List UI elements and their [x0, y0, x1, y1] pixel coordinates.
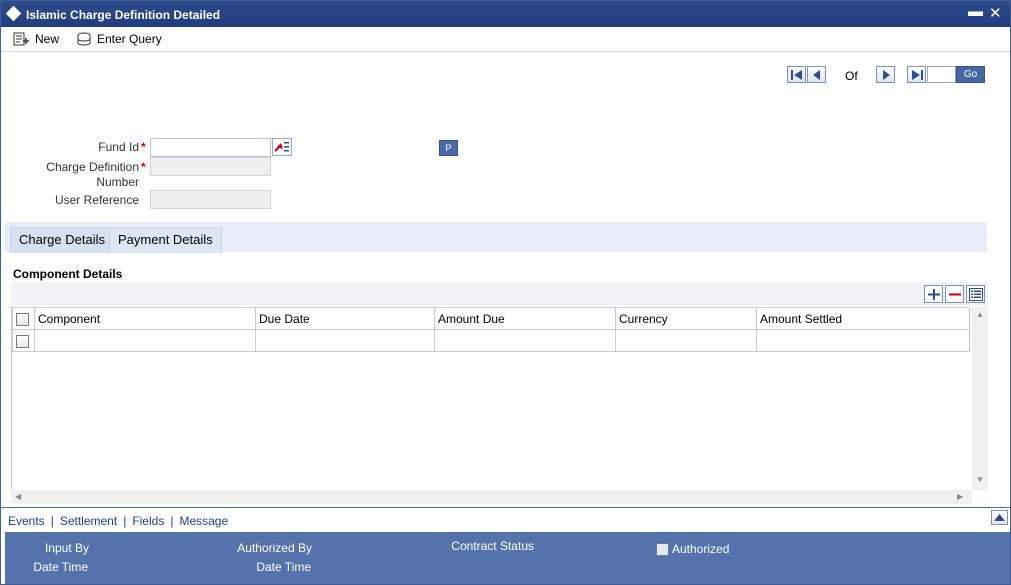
column-header-component[interactable]: Component	[34, 307, 256, 330]
new-label: New	[35, 32, 60, 46]
window-title: Islamic Charge Definition Detailed	[26, 8, 221, 22]
collapse-footer-button[interactable]	[991, 510, 1008, 525]
delete-row-button[interactable]	[945, 285, 964, 303]
message-link[interactable]: Message	[179, 514, 228, 528]
component-grid: Component Due Date Amount Due Currency A…	[11, 307, 972, 490]
fields-link[interactable]: Fields	[132, 514, 164, 528]
horizontal-scrollbar[interactable]: ◀ ▶	[11, 490, 972, 504]
minus-icon	[949, 293, 961, 296]
column-header-currency[interactable]: Currency	[615, 307, 757, 330]
enter-query-label: Enter Query	[97, 32, 162, 46]
row-checkbox[interactable]	[16, 334, 29, 348]
scroll-down-icon[interactable]: ▼	[976, 475, 984, 484]
authorized-checkbox[interactable]	[656, 542, 669, 556]
input-by-label: Input By	[44, 541, 89, 555]
page-number-input[interactable]	[927, 66, 956, 83]
first-icon	[791, 70, 802, 80]
next-icon	[883, 70, 890, 80]
enter-query-button[interactable]: Enter Query	[77, 30, 162, 48]
audit-footer: Input By Date Time Authorized By Date Ti…	[5, 532, 1010, 584]
list-of-values-icon	[274, 142, 289, 152]
contract-status-label: Contract Status	[451, 539, 534, 553]
list-view-icon	[969, 288, 983, 301]
component-cell[interactable]	[34, 329, 256, 352]
column-header-amount-settled[interactable]: Amount Settled	[756, 307, 970, 330]
of-label: Of	[845, 69, 858, 83]
select-all-cell	[12, 307, 35, 330]
last-record-button[interactable]	[907, 66, 926, 83]
currency-cell[interactable]	[615, 329, 757, 352]
enter-query-icon	[77, 32, 91, 46]
charge-definition-number-label: Charge Definition Number	[46, 160, 139, 189]
minimize-icon[interactable]: ▬	[968, 3, 983, 20]
next-record-button[interactable]	[876, 66, 895, 83]
fund-id-required-mark: *	[141, 140, 146, 154]
grid-header-row: Component Due Date Amount Due Currency A…	[12, 307, 970, 330]
select-all-checkbox[interactable]	[16, 312, 29, 326]
last-icon	[912, 70, 923, 80]
single-view-button[interactable]	[966, 285, 985, 303]
column-header-amount-due[interactable]: Amount Due	[434, 307, 616, 330]
tab-charge-details[interactable]: Charge Details	[10, 227, 114, 253]
table-row	[12, 329, 970, 352]
grid-toolbar	[11, 282, 988, 306]
title-bar: Islamic Charge Definition Detailed ▬ ✕	[1, 1, 1010, 27]
tab-payment-details[interactable]: Payment Details	[109, 227, 222, 253]
add-row-button[interactable]	[924, 285, 943, 303]
fund-id-label: Fund Id	[98, 140, 139, 154]
triangle-up-icon	[994, 514, 1005, 521]
vertical-scrollbar[interactable]: ▲ ▼	[972, 307, 988, 490]
column-header-due-date[interactable]: Due Date	[255, 307, 435, 330]
charge-definition-number-field	[150, 157, 271, 176]
row-select-cell	[12, 329, 35, 352]
new-button[interactable]: New	[13, 30, 59, 48]
authorized-label: Authorized	[672, 542, 730, 556]
authorized-checkbox-group: Authorized	[656, 542, 729, 556]
go-button[interactable]: Go	[956, 66, 985, 83]
window-diamond-icon	[5, 5, 22, 22]
previous-record-button[interactable]	[807, 66, 826, 83]
amount-settled-cell[interactable]	[756, 329, 970, 352]
first-record-button[interactable]	[787, 66, 806, 83]
events-link[interactable]: Events	[8, 514, 45, 528]
scroll-up-icon[interactable]: ▲	[976, 310, 984, 319]
new-icon	[13, 32, 29, 46]
amount-due-cell[interactable]	[434, 329, 616, 352]
settlement-link[interactable]: Settlement	[60, 514, 117, 528]
p-button[interactable]: P	[439, 140, 458, 156]
authorized-date-time-label: Date Time	[256, 560, 311, 574]
close-icon[interactable]: ✕	[989, 4, 1002, 22]
toolbar: New Enter Query	[1, 27, 1010, 52]
tab-strip: Charge Details Payment Details	[5, 222, 987, 253]
component-details-title: Component Details	[13, 267, 123, 281]
due-date-cell[interactable]	[255, 329, 435, 352]
date-time-label: Date Time	[33, 560, 88, 574]
link-bar: Events | Settlement | Fields | Message	[1, 507, 1010, 531]
fund-id-input[interactable]	[150, 138, 271, 157]
scroll-left-icon[interactable]: ◀	[15, 492, 21, 501]
charge-def-required-mark: *	[141, 160, 146, 174]
scroll-right-icon[interactable]: ▶	[957, 492, 963, 501]
authorized-by-label: Authorized By	[237, 541, 312, 555]
user-reference-field	[150, 190, 271, 209]
plus-icon	[928, 289, 940, 300]
main-window: Islamic Charge Definition Detailed ▬ ✕ N…	[0, 0, 1011, 585]
fund-id-lov-button[interactable]	[272, 138, 292, 156]
user-reference-label: User Reference	[54, 193, 139, 207]
previous-icon	[813, 70, 820, 80]
